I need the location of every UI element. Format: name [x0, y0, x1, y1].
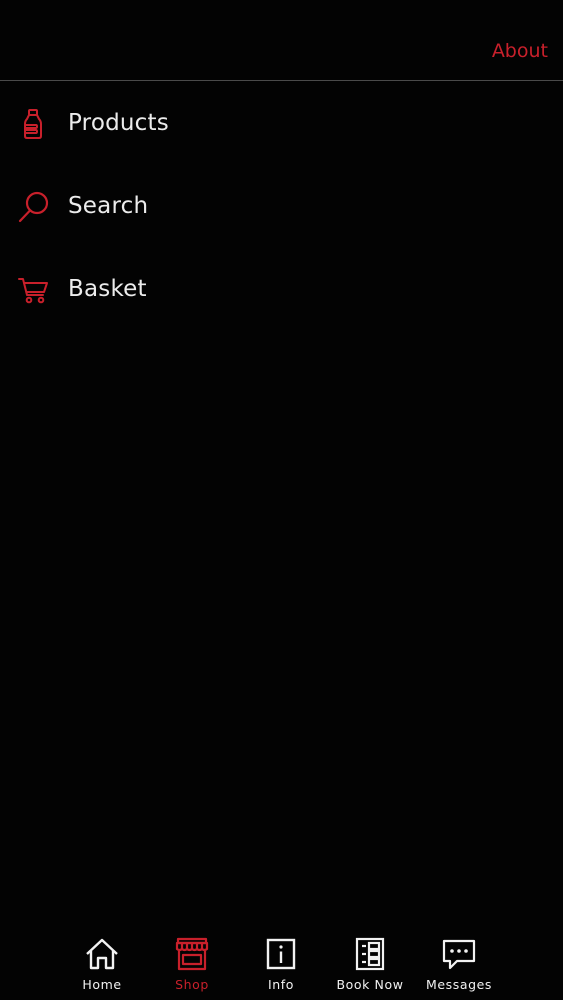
chat-icon: [442, 939, 476, 970]
menu-item-label: Basket: [68, 276, 147, 302]
bottle-icon: [24, 109, 42, 139]
tab-label: Book Now: [336, 977, 404, 992]
tab-label: Messages: [425, 977, 493, 992]
top-header: About: [0, 0, 563, 81]
tab-home[interactable]: Home: [57, 928, 147, 1000]
tab-label: Info: [267, 977, 295, 992]
shop-menu: Products Search Basket: [0, 82, 563, 331]
cart-icon: [18, 278, 48, 304]
tab-label: Shop: [175, 977, 209, 992]
menu-item-products[interactable]: Products: [0, 82, 563, 165]
store-icon: [175, 937, 209, 971]
home-icon: [86, 938, 118, 970]
tab-shop[interactable]: Shop: [147, 928, 237, 1000]
menu-item-label: Products: [68, 110, 169, 136]
info-icon: [266, 938, 296, 970]
tab-label: Home: [82, 977, 122, 992]
menu-item-basket[interactable]: Basket: [0, 248, 563, 331]
bottom-tab-bar: Home Shop Info Book Now Messages: [0, 928, 563, 1000]
menu-item-search[interactable]: Search: [0, 165, 563, 248]
tab-messages[interactable]: Messages: [414, 928, 504, 1000]
menu-item-label: Search: [68, 193, 149, 219]
about-link[interactable]: About: [492, 38, 548, 64]
tab-book-now[interactable]: Book Now: [325, 928, 415, 1000]
tab-info[interactable]: Info: [236, 928, 326, 1000]
search-icon: [18, 191, 49, 223]
booking-icon: [355, 937, 385, 971]
